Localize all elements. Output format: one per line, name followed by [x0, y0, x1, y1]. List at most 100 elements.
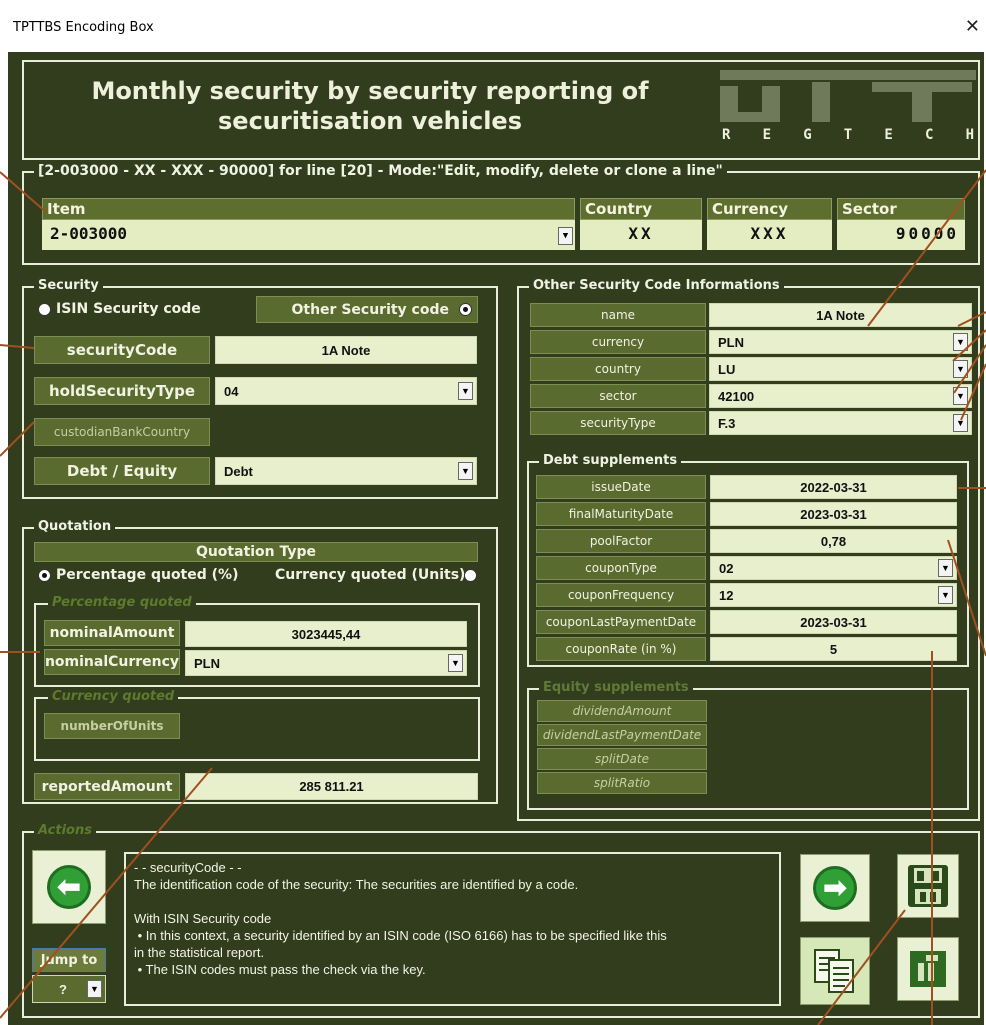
help-line: • In this context, a security identified…: [134, 928, 667, 943]
debt-coupon-rate-in-value: 5: [829, 641, 838, 657]
reported-amount-input[interactable]: 285 811.21: [185, 773, 478, 800]
help-line: With ISIN Security code: [134, 911, 272, 926]
debt-coupon-type-select[interactable]: 02 ▼: [710, 556, 957, 580]
logo-letter: R: [722, 127, 731, 143]
debt-issue-date-label: issueDate: [536, 475, 706, 499]
window-titlebar: TPTTBS Encoding Box ✕: [0, 0, 986, 52]
other-country-value: LU: [718, 361, 736, 377]
isin-radio-label[interactable]: ISIN Security code: [56, 301, 201, 317]
debt-pool-factor-label: poolFactor: [536, 529, 706, 553]
reported-amount-label: reportedAmount: [34, 773, 180, 800]
help-line: • The ISIN codes must pass the check via…: [134, 962, 426, 977]
currency-quoted-legend: Currency quoted: [48, 689, 179, 704]
page-title-line1: Monthly security by security reporting o…: [91, 77, 649, 105]
nominal-amount-label: nominalAmount: [44, 620, 180, 646]
jump-to-select[interactable]: ? ▼: [32, 975, 106, 1003]
debt-equity-select[interactable]: Debt ▼: [215, 457, 477, 485]
nominal-currency-label: nominalCurrency: [44, 649, 180, 675]
window-title: TPTTBS Encoding Box: [13, 20, 154, 35]
other-security-radio[interactable]: [459, 303, 472, 316]
debt-equity-label: Debt / Equity: [34, 457, 210, 485]
help-line: The identification code of the security:…: [134, 877, 579, 892]
currency-radio[interactable]: [464, 569, 477, 582]
percentage-radio[interactable]: [38, 569, 51, 582]
country-value: XX: [580, 220, 702, 250]
equity-legend: Equity supplements: [539, 680, 693, 695]
debt-coupon-frequency-value: 12: [719, 587, 734, 603]
debt-final-maturity-date-input[interactable]: 2023-03-31: [710, 502, 957, 526]
dropdown-arrow-icon[interactable]: ▼: [458, 462, 473, 480]
next-button[interactable]: ➡: [800, 854, 870, 922]
debt-pool-factor-input[interactable]: 0,78: [710, 529, 957, 553]
equity-split-date-label: splitDate: [537, 748, 707, 770]
save-button[interactable]: [897, 854, 959, 918]
debt-issue-date-input[interactable]: 2022-03-31: [710, 475, 957, 499]
jump-to-value: ?: [59, 981, 67, 997]
dropdown-arrow-icon[interactable]: ▼: [458, 382, 473, 400]
other-security-toggle[interactable]: Other Security code: [256, 296, 478, 323]
item-frame-legend: [2-003000 - XX - XXX - 90000] for line […: [34, 163, 727, 179]
dropdown-arrow-icon[interactable]: ▼: [87, 980, 102, 998]
debt-coupon-type-value: 02: [719, 560, 734, 576]
dropdown-arrow-icon[interactable]: ▼: [953, 387, 968, 405]
currency-value: XXX: [707, 220, 832, 250]
dropdown-arrow-icon[interactable]: ▼: [953, 333, 968, 351]
dropdown-arrow-icon[interactable]: ▼: [953, 360, 968, 378]
logo-letter: E: [762, 127, 772, 143]
help-line: [134, 893, 771, 910]
other-name-input[interactable]: 1A Note: [709, 303, 972, 327]
close-icon[interactable]: ✕: [965, 16, 980, 37]
logo-letter: E: [884, 127, 893, 143]
logo-text: R E G T E C H: [722, 127, 974, 143]
logo-t-stem: [912, 82, 932, 122]
debt-coupon-rate-in-input[interactable]: 5: [710, 637, 957, 661]
nominal-currency-value: PLN: [194, 655, 220, 671]
country-header: Country: [580, 198, 702, 220]
debt-coupon-last-payment-date-input[interactable]: 2023-03-31: [710, 610, 957, 634]
logo-letter: H: [965, 127, 974, 143]
percentage-radio-label[interactable]: Percentage quoted (%): [56, 567, 238, 583]
equity-dividend-last-payment-date-label: dividendLastPaymentDate: [537, 724, 707, 746]
debt-pool-factor-value: 0,78: [820, 533, 847, 549]
dropdown-arrow-icon[interactable]: ▼: [938, 559, 953, 577]
quotation-type-header: Quotation Type: [34, 542, 478, 562]
save-icon: [908, 865, 948, 907]
security-legend: Security: [34, 278, 103, 293]
debt-coupon-last-payment-date-label: couponLastPaymentDate: [536, 610, 706, 634]
left-arrow-icon: ⬅: [47, 865, 91, 909]
number-of-units-label: numberOfUnits: [44, 713, 180, 739]
dropdown-arrow-icon[interactable]: ▼: [448, 654, 463, 672]
debt-equity-value: Debt: [224, 463, 253, 479]
hold-security-type-select[interactable]: 04 ▼: [215, 377, 477, 405]
dropdown-arrow-icon[interactable]: ▼: [558, 227, 573, 245]
logo-u-right: [762, 86, 780, 122]
other-country-select[interactable]: LU ▼: [709, 357, 972, 381]
percentage-quoted-legend: Percentage quoted: [48, 595, 196, 610]
isin-radio[interactable]: [38, 303, 51, 316]
page-title-line2: securitisation vehicles: [218, 107, 522, 135]
dropdown-arrow-icon[interactable]: ▼: [953, 414, 968, 432]
equity-dividend-amount-label: dividendAmount: [537, 700, 707, 722]
previous-button[interactable]: ⬅: [32, 850, 106, 924]
debt-coupon-rate-in-label: couponRate (in %): [536, 637, 706, 661]
item-select[interactable]: 2-003000 ▼: [42, 220, 575, 250]
delete-button[interactable]: [897, 937, 959, 1001]
currency-radio-label[interactable]: Currency quoted (Units): [275, 567, 465, 583]
debt-final-maturity-date-label: finalMaturityDate: [536, 502, 706, 526]
dropdown-arrow-icon[interactable]: ▼: [938, 586, 953, 604]
other-currency-select[interactable]: PLN ▼: [709, 330, 972, 354]
other-sector-select[interactable]: 42100 ▼: [709, 384, 972, 408]
jump-to-label: Jump to: [32, 948, 106, 972]
item-header: Item: [42, 198, 575, 220]
other-security-type-label: securityType: [530, 411, 706, 435]
security-code-input[interactable]: 1A Note: [215, 336, 477, 364]
nominal-currency-select[interactable]: PLN ▼: [185, 650, 467, 676]
clone-button[interactable]: [800, 937, 870, 1005]
debt-coupon-type-label: couponType: [536, 556, 706, 580]
debt-coupon-frequency-select[interactable]: 12 ▼: [710, 583, 957, 607]
help-line: in the statistical report.: [134, 945, 265, 960]
nominal-amount-input[interactable]: 3023445,44: [185, 621, 467, 647]
other-security-type-select[interactable]: F.3 ▼: [709, 411, 972, 435]
logo-letter: T: [843, 127, 853, 143]
security-code-label: securityCode: [34, 336, 210, 364]
